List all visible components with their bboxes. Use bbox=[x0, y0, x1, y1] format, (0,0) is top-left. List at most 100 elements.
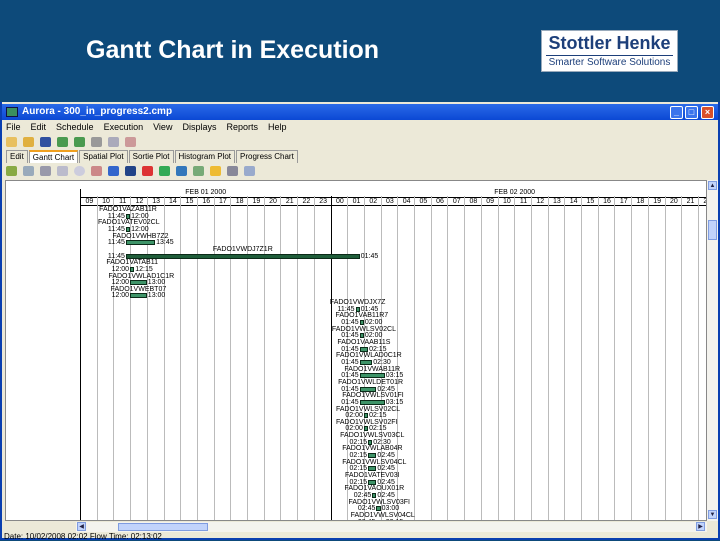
layers-icon[interactable] bbox=[125, 165, 136, 176]
tab-edit[interactable]: Edit bbox=[6, 150, 28, 163]
tab-gantt-chart[interactable]: Gantt Chart bbox=[28, 150, 79, 163]
grid-line bbox=[581, 196, 582, 520]
menu-execution[interactable]: Execution bbox=[104, 121, 144, 134]
report-icon[interactable] bbox=[125, 136, 136, 147]
grid-line bbox=[647, 196, 649, 520]
star-icon[interactable] bbox=[210, 165, 221, 176]
menu-file[interactable]: File bbox=[6, 121, 21, 134]
up-arrow-icon[interactable] bbox=[159, 165, 170, 176]
stop-icon[interactable] bbox=[142, 165, 153, 176]
edit-task-icon[interactable] bbox=[6, 165, 17, 176]
scroll-down-button[interactable]: ▼ bbox=[708, 510, 717, 519]
horizontal-scrollbar[interactable]: ◀ ▶ bbox=[76, 522, 707, 532]
task-bar[interactable] bbox=[368, 439, 373, 445]
task-bar[interactable] bbox=[359, 320, 364, 326]
task-bar[interactable] bbox=[368, 453, 377, 459]
task-bar[interactable] bbox=[368, 479, 377, 485]
task-bar[interactable] bbox=[355, 306, 360, 312]
menu-schedule[interactable]: Schedule bbox=[56, 121, 94, 134]
task-bar[interactable] bbox=[125, 213, 131, 219]
tab-histogram-plot[interactable]: Histogram Plot bbox=[174, 150, 235, 163]
zoom-icon[interactable] bbox=[227, 165, 238, 176]
task-bar[interactable] bbox=[376, 519, 385, 520]
task-bar[interactable] bbox=[125, 226, 131, 232]
task-bar[interactable] bbox=[376, 506, 381, 512]
horizontal-scroll-thumb[interactable] bbox=[118, 523, 208, 531]
import-icon[interactable] bbox=[57, 136, 68, 147]
task-bar[interactable] bbox=[363, 413, 369, 419]
maximize-button[interactable]: □ bbox=[685, 106, 698, 119]
hour-label: 12 bbox=[531, 197, 549, 206]
print-icon[interactable] bbox=[91, 136, 102, 147]
vertical-scroll-thumb[interactable] bbox=[708, 220, 717, 240]
task-bar[interactable] bbox=[130, 293, 147, 299]
grid-line bbox=[514, 196, 516, 520]
task-bar[interactable] bbox=[359, 399, 385, 405]
hour-label: 21 bbox=[281, 197, 299, 206]
scroll-left-button[interactable]: ◀ bbox=[77, 522, 86, 531]
task-bar[interactable] bbox=[130, 266, 135, 272]
clock-icon[interactable] bbox=[74, 165, 85, 176]
task-bar[interactable] bbox=[130, 280, 147, 286]
export-icon[interactable] bbox=[74, 136, 85, 147]
task-bar[interactable] bbox=[372, 492, 377, 498]
menu-view[interactable]: View bbox=[153, 121, 172, 134]
grid-line bbox=[330, 196, 332, 520]
window-title: Aurora - 300_in_progress2.cmp bbox=[22, 106, 173, 117]
window-icon[interactable] bbox=[40, 165, 51, 176]
grid-line bbox=[464, 196, 466, 520]
grid-icon[interactable] bbox=[57, 165, 68, 176]
gantt-chart[interactable]: 09 10 11 12 13 14 15 16 17 18 19 20 21 22 23 00 01 02 03 04… bbox=[5, 180, 707, 521]
hour-label: 11 bbox=[114, 197, 132, 206]
hour-label: 06 bbox=[431, 197, 449, 206]
task-bar[interactable] bbox=[359, 346, 369, 352]
task-start-time: 02:45 bbox=[354, 519, 376, 520]
hour-label: 04 bbox=[398, 197, 415, 206]
grid-line bbox=[180, 196, 182, 520]
collapse-icon[interactable] bbox=[108, 165, 119, 176]
grid-line bbox=[280, 196, 282, 520]
scroll-up-button[interactable]: ▲ bbox=[708, 181, 717, 190]
hour-label: 23 bbox=[314, 197, 332, 206]
settings-icon[interactable] bbox=[244, 165, 255, 176]
tab-sortie-plot[interactable]: Sortie Plot bbox=[128, 150, 174, 163]
task-bar[interactable] bbox=[363, 426, 369, 432]
refresh-icon[interactable] bbox=[23, 165, 34, 176]
task-bar[interactable] bbox=[125, 253, 360, 259]
menu-displays[interactable]: Displays bbox=[182, 121, 216, 134]
menu-reports[interactable]: Reports bbox=[226, 121, 258, 134]
task-bar[interactable] bbox=[359, 359, 373, 365]
link-icon[interactable] bbox=[176, 165, 187, 176]
tab-spatial-plot[interactable]: Spatial Plot bbox=[79, 150, 128, 163]
menu-bar: File Edit Schedule Execution View Displays Rep… bbox=[6, 121, 287, 134]
hour-label: 10 bbox=[498, 197, 516, 206]
filter-icon[interactable] bbox=[91, 165, 102, 176]
new-icon[interactable] bbox=[6, 136, 17, 147]
task-bar[interactable] bbox=[359, 386, 377, 392]
menu-help[interactable]: Help bbox=[268, 121, 287, 134]
close-button[interactable]: × bbox=[701, 106, 714, 119]
tab-progress-chart[interactable]: Progress Chart bbox=[236, 150, 298, 163]
vertical-scrollbar[interactable]: ▲ ▼ bbox=[707, 180, 718, 521]
hour-label: 17 bbox=[615, 197, 633, 206]
task-bar[interactable] bbox=[359, 333, 364, 339]
scroll-right-button[interactable]: ▶ bbox=[696, 522, 705, 531]
hour-label: 17 bbox=[214, 197, 232, 206]
menu-edit[interactable]: Edit bbox=[31, 121, 47, 134]
preview-icon[interactable] bbox=[108, 136, 119, 147]
hour-label: 20 bbox=[665, 197, 683, 206]
grid-line bbox=[664, 196, 666, 520]
save-icon[interactable] bbox=[40, 136, 51, 147]
grid-line bbox=[681, 196, 683, 520]
resource-icon[interactable] bbox=[193, 165, 204, 176]
task-bar[interactable] bbox=[368, 466, 377, 472]
hour-label: 20 bbox=[264, 197, 282, 206]
hour-label: 18 bbox=[231, 197, 248, 206]
open-folder-icon[interactable] bbox=[23, 136, 34, 147]
task-bar[interactable] bbox=[125, 240, 156, 246]
hour-label: 16 bbox=[598, 197, 616, 206]
task-bar[interactable] bbox=[359, 373, 385, 379]
hour-label: 18 bbox=[632, 197, 649, 206]
minimize-button[interactable]: _ bbox=[670, 106, 683, 119]
logo-name: Stottler Henke bbox=[548, 33, 671, 53]
